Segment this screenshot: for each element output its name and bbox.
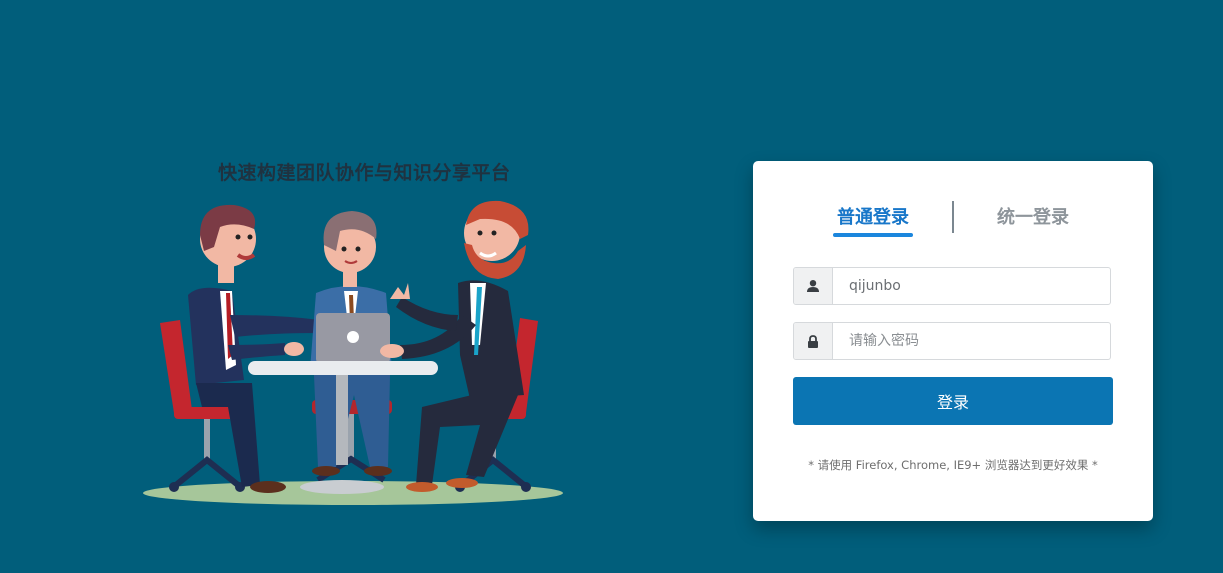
username-input[interactable] [833,268,1110,304]
password-field [793,322,1111,360]
password-input[interactable] [833,323,1110,359]
browser-recommendation-text: * 请使用 Firefox, Chrome, IE9+ 浏览器达到更好效果 * [808,458,1098,472]
login-tabs: 普通登录 统一登录 [753,161,1153,241]
tab-normal-login[interactable]: 普通登录 [837,203,909,229]
platform-slogan: 快速构建团队协作与知识分享平台 [218,162,511,184]
tab-divider [952,201,954,233]
team-meeting-illustration [143,200,563,505]
username-field [793,267,1111,305]
user-icon [794,268,833,304]
lock-icon [794,323,833,359]
login-card: 普通登录 统一登录 登录 * 请使用 Firefox, Chrome, IE9+… [753,161,1153,521]
active-tab-indicator [833,233,913,237]
tab-unified-login[interactable]: 统一登录 [997,203,1069,229]
login-button[interactable]: 登录 [793,377,1113,425]
